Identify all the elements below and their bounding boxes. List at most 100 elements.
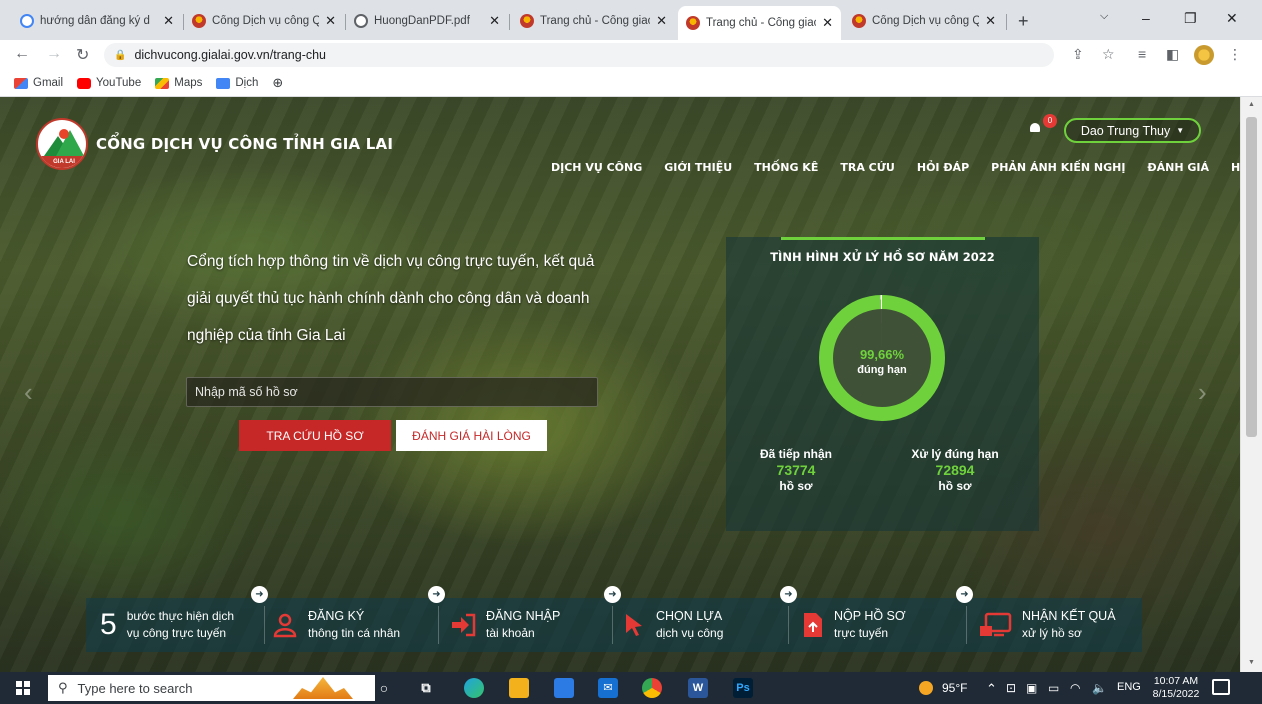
nav-thong-ke[interactable]: THỐNG KÊ: [754, 161, 818, 174]
close-icon[interactable]: ✕: [325, 13, 336, 29]
windows-start-icon[interactable]: [16, 681, 30, 695]
scrollbar-thumb[interactable]: [1246, 117, 1257, 437]
browser-tab-pdf[interactable]: HuongDanPDF.pdf ✕: [346, 8, 508, 34]
close-icon[interactable]: ✕: [985, 13, 996, 29]
step-login[interactable]: ĐĂNG NHẬP tài khoản: [450, 598, 560, 652]
scroll-down-icon[interactable]: ▼: [1248, 659, 1255, 666]
profile-avatar[interactable]: [1194, 45, 1214, 65]
cortana-icon[interactable]: ○: [374, 678, 394, 698]
action-center-icon[interactable]: [1212, 679, 1230, 695]
reload-icon[interactable]: ↻: [76, 45, 89, 65]
ontime-percent: 99,66%: [859, 347, 905, 362]
step-submit[interactable]: NỘP HỒ SƠ trực tuyến: [802, 598, 906, 652]
browser-tab-google[interactable]: hướng dẫn đăng ký d ✕: [12, 8, 182, 34]
file-explorer-icon[interactable]: [509, 678, 529, 698]
nav-ho-tro[interactable]: HỖ TRỢ: [1231, 161, 1240, 174]
tray-app-icon[interactable]: ⊡: [1006, 681, 1016, 695]
step-choose[interactable]: CHỌN LỰA dịch vụ công: [624, 598, 723, 652]
battery-icon[interactable]: ▭: [1048, 681, 1059, 695]
step-receive[interactable]: NHẬN KẾT QUẢ xử lý hồ sơ: [978, 598, 1116, 652]
youtube-icon: [77, 77, 92, 89]
browser-tab-dichvucong-2[interactable]: Cổng Dịch vụ công Q ✕: [844, 8, 1004, 34]
browser-tab-dichvucong-quocgia[interactable]: Cổng Dịch vụ công Q ✕: [184, 8, 344, 34]
store-icon[interactable]: [554, 678, 574, 698]
stat-received: Đã tiếp nhận 73774 hồ sơ: [736, 447, 856, 493]
weather-temp[interactable]: 95°F: [942, 681, 967, 695]
chrome-icon[interactable]: [642, 678, 662, 698]
search-highlight-image: [293, 677, 353, 699]
notification-badge: 0: [1043, 114, 1057, 128]
arrow-right-circle-icon: ➜: [251, 586, 268, 603]
window-close-icon[interactable]: ✕: [1226, 10, 1238, 27]
bell-icon[interactable]: [1028, 121, 1042, 135]
new-tab-plus-icon[interactable]: +: [1018, 11, 1029, 32]
edge-icon[interactable]: [464, 678, 484, 698]
browser-tab-trangchu-active[interactable]: Trang chủ - Cổng giao ✕: [678, 6, 841, 40]
step-register[interactable]: ĐĂNG KÝ thông tin cá nhân: [272, 598, 400, 652]
gmail-icon: [14, 77, 28, 89]
tab-search-chevron-icon[interactable]: ⌵: [1100, 10, 1108, 23]
site-logo[interactable]: GIA LAI: [36, 118, 88, 170]
close-icon[interactable]: ✕: [822, 15, 833, 31]
tray-chevron-up-icon[interactable]: ⌃: [986, 681, 997, 697]
user-menu-button[interactable]: Dao Trung Thuy ▼: [1064, 118, 1201, 143]
browser-tab-trangchu-1[interactable]: Trang chủ - Cổng giao ✕: [512, 8, 675, 34]
nav-danh-gia[interactable]: ĐÁNH GIÁ: [1147, 161, 1209, 174]
stat-ontime-value: 72894: [935, 462, 975, 478]
forward-arrow-icon[interactable]: →: [46, 45, 62, 63]
page-scrollbar[interactable]: ▲ ▼: [1240, 97, 1262, 672]
close-icon[interactable]: ✕: [489, 13, 500, 29]
slide-prev-chevron-icon[interactable]: ‹: [24, 377, 33, 408]
reading-list-icon[interactable]: ≡: [1138, 46, 1146, 62]
stat-received-value: 73774: [776, 462, 816, 478]
bookmark-youtube[interactable]: YouTube: [77, 77, 141, 89]
tray-camera-icon[interactable]: ▣: [1026, 681, 1037, 695]
satisfaction-rating-button[interactable]: ĐÁNH GIÁ HÀI LÒNG: [396, 420, 547, 451]
bookmark-star-icon[interactable]: ☆: [1102, 46, 1115, 63]
lookup-dossier-button[interactable]: TRA CỨU HỒ SƠ: [239, 420, 391, 451]
intro-text: Cổng tích hợp thông tin về dịch vụ công …: [187, 253, 595, 344]
monitor-result-icon: [978, 612, 1012, 638]
weather-sun-icon[interactable]: [919, 681, 933, 695]
wifi-icon[interactable]: ◠: [1070, 681, 1080, 695]
bookmark-globe[interactable]: ⊕: [272, 75, 283, 91]
word-icon[interactable]: W: [688, 678, 708, 698]
kebab-menu-icon[interactable]: ⋮: [1228, 46, 1242, 63]
language-indicator[interactable]: ENG: [1117, 681, 1141, 693]
nav-dich-vu-cong[interactable]: DỊCH VỤ CÔNG: [551, 161, 642, 174]
file-upload-icon: [802, 612, 824, 638]
globe-icon: ⊕: [272, 75, 284, 90]
task-view-icon[interactable]: ⧉: [416, 678, 436, 698]
stat-received-label: Đã tiếp nhận: [759, 447, 832, 461]
restore-icon[interactable]: ❐: [1184, 10, 1197, 27]
slide-next-chevron-icon[interactable]: ›: [1198, 377, 1207, 408]
stat-received-unit: hồ sơ: [779, 479, 813, 493]
close-icon[interactable]: ✕: [656, 13, 667, 29]
photoshop-icon[interactable]: Ps: [733, 678, 753, 698]
taskbar-search-box[interactable]: ⚲ Type here to search: [48, 675, 375, 701]
dossier-code-input[interactable]: [186, 377, 598, 407]
bookmark-maps[interactable]: Maps: [155, 77, 202, 89]
bookmark-gmail[interactable]: Gmail: [14, 77, 63, 89]
nav-phan-anh-kien-nghi[interactable]: PHẢN ÁNH KIẾN NGHỊ: [991, 161, 1125, 174]
mail-icon[interactable]: ✉: [598, 678, 618, 698]
site-favicon-icon: [686, 16, 700, 30]
stats-title: TÌNH HÌNH XỬ LÝ HỒ SƠ NĂM 2022: [770, 250, 995, 264]
nav-tra-cuu[interactable]: TRA CỨU: [840, 161, 895, 174]
volume-icon[interactable]: 🔈: [1092, 681, 1107, 695]
back-arrow-icon[interactable]: ←: [14, 45, 30, 63]
scroll-up-icon[interactable]: ▲: [1248, 101, 1255, 108]
taskbar-clock[interactable]: 10:07 AM 8/15/2022: [1148, 675, 1204, 701]
share-icon[interactable]: ⇪: [1072, 46, 1084, 63]
minimize-icon[interactable]: –: [1142, 10, 1150, 26]
browser-tab-strip: hướng dẫn đăng ký d ✕ Cổng Dịch vụ công …: [0, 0, 1262, 40]
nav-gioi-thieu[interactable]: GIỚI THIỆU: [664, 161, 732, 174]
address-bar[interactable]: 🔒 dichvucong.gialai.gov.vn/trang-chu: [104, 43, 1054, 67]
nav-hoi-dap[interactable]: HỎI ĐÁP: [917, 161, 969, 174]
side-panel-icon[interactable]: ◧: [1166, 46, 1179, 63]
arrow-right-circle-icon: ➜: [604, 586, 621, 603]
steps-intro: 5 bước thực hiện dịch vụ công trực tuyến: [100, 608, 235, 641]
close-icon[interactable]: ✕: [163, 13, 174, 29]
site-title[interactable]: CỔNG DỊCH VỤ CÔNG TỈNH GIA LAI: [96, 135, 393, 153]
bookmark-translate[interactable]: Dịch: [216, 77, 258, 89]
